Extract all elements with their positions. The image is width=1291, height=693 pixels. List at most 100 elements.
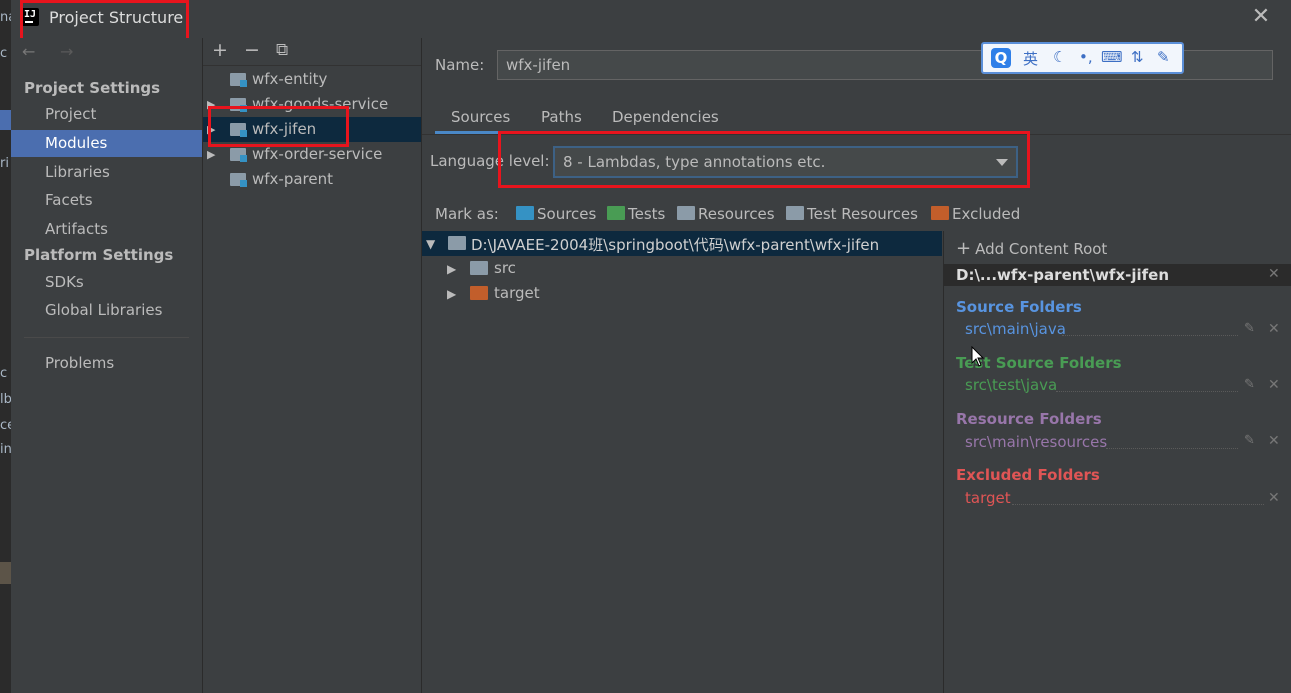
ime-language-toggle[interactable]: 英	[1023, 48, 1038, 69]
mark-excluded-button[interactable]: Excluded	[931, 205, 1020, 223]
remove-icon[interactable]: ✕	[1268, 490, 1280, 506]
name-label: Name:	[435, 56, 485, 74]
bg-selection	[0, 110, 11, 130]
mark-sources-label: Sources	[537, 205, 597, 223]
window-title: Project Structure	[49, 8, 184, 27]
dotted-leader	[1012, 503, 1264, 505]
expand-arrow-icon[interactable]: ▶	[207, 117, 215, 142]
bg-fragment: c	[0, 366, 8, 381]
module-row-wfx-jifen[interactable]: ▶ wfx-jifen	[203, 117, 421, 142]
sidebar-item-global-libraries[interactable]: Global Libraries	[11, 297, 202, 324]
remove-icon[interactable]: ✕	[1268, 433, 1280, 449]
sidebar-item-project[interactable]: Project	[11, 101, 202, 128]
sidebar-item-problems[interactable]: Problems	[11, 350, 202, 377]
mark-tests-button[interactable]: Tests	[607, 205, 665, 223]
expand-arrow-icon[interactable]: ▶	[207, 142, 215, 167]
project-settings-header: Project Settings	[24, 79, 161, 97]
sidebar-item-libraries[interactable]: Libraries	[11, 159, 202, 186]
forward-arrow-icon[interactable]: →	[60, 42, 73, 61]
sidebar-separator	[24, 337, 189, 338]
edit-icon[interactable]: ✎	[1244, 433, 1255, 448]
mark-test-resources-button[interactable]: Test Resources	[786, 205, 918, 223]
folder-icon	[470, 261, 488, 275]
copy-module-button[interactable]: ⧉	[276, 40, 288, 60]
platform-settings-header: Platform Settings	[24, 246, 174, 264]
test-resources-folder-icon	[786, 206, 804, 220]
remove-module-button[interactable]: −	[244, 39, 260, 61]
mouse-cursor-icon	[971, 346, 985, 367]
split-icon[interactable]: ⇅	[1131, 48, 1144, 66]
bg-highlight	[0, 562, 11, 584]
tab-sources[interactable]: Sources	[451, 108, 510, 126]
module-row-wfx-entity[interactable]: wfx-entity	[203, 67, 421, 92]
ime-toolbar[interactable]: Q 英 ☾ •, ⌨ ⇅ ✎	[981, 42, 1184, 74]
remove-icon[interactable]: ✕	[1268, 377, 1280, 393]
mark-resources-button[interactable]: Resources	[677, 205, 775, 223]
bg-fragment: c	[0, 46, 8, 61]
bg-fragment: ri	[0, 156, 9, 171]
sidebar-item-artifacts[interactable]: Artifacts	[11, 216, 202, 243]
resource-folder-path: src\main\resources	[965, 433, 1108, 451]
bg-fragment: lb	[0, 392, 11, 407]
bg-fragment: ce	[0, 418, 11, 433]
plus-icon: +	[956, 238, 972, 259]
bg-fragment: in	[0, 442, 11, 457]
moon-icon[interactable]: ☾	[1053, 48, 1066, 66]
folder-icon	[448, 236, 466, 250]
tree-item-target[interactable]: target	[494, 284, 540, 302]
tools-icon[interactable]: ✎	[1157, 48, 1170, 66]
excluded-folder-icon	[931, 206, 949, 220]
language-level-dropdown[interactable]: 8 - Lambdas, type annotations etc.	[553, 146, 1018, 178]
add-module-button[interactable]: +	[212, 39, 228, 61]
sidebar-item-facets[interactable]: Facets	[11, 187, 202, 214]
remove-root-icon[interactable]: ✕	[1268, 266, 1280, 282]
remove-icon[interactable]: ✕	[1268, 321, 1280, 337]
module-row-wfx-order-service[interactable]: ▶ wfx-order-service	[203, 142, 421, 167]
excluded-folder-icon	[470, 286, 488, 300]
excluded-folders-title: Excluded Folders	[956, 466, 1100, 484]
module-row-wfx-parent[interactable]: wfx-parent	[203, 167, 421, 192]
tab-paths[interactable]: Paths	[541, 108, 582, 126]
expand-arrow-icon[interactable]: ▶	[207, 92, 215, 117]
tab-bar-divider	[422, 134, 1291, 135]
intellij-app-icon: IJ	[21, 8, 39, 26]
mark-test-resources-label: Test Resources	[807, 205, 918, 223]
keyboard-icon[interactable]: ⌨	[1101, 48, 1123, 66]
punctuation-icon[interactable]: •,	[1079, 48, 1093, 66]
tab-dependencies[interactable]: Dependencies	[612, 108, 719, 126]
dotted-leader	[1062, 334, 1238, 336]
mark-as-label: Mark as:	[435, 205, 499, 223]
sidebar-item-modules[interactable]: Modules	[11, 130, 202, 157]
edit-icon[interactable]: ✎	[1244, 377, 1255, 392]
source-folder-path: src\main\java	[965, 320, 1066, 338]
back-arrow-icon[interactable]: ←	[22, 42, 35, 61]
expand-arrow-icon[interactable]: ▶	[447, 259, 456, 277]
mark-tests-label: Tests	[628, 205, 666, 223]
title-bar	[11, 0, 1291, 38]
background-ide-sliver: na c ri c lb ce in	[0, 0, 11, 693]
mark-excluded-label: Excluded	[952, 205, 1021, 223]
module-row-wfx-goods-service[interactable]: ▶ wfx-goods-service	[203, 92, 421, 117]
source-folders-title: Source Folders	[956, 298, 1082, 316]
mark-sources-button[interactable]: Sources	[516, 205, 596, 223]
module-label: wfx-jifen	[252, 120, 317, 138]
resources-folder-icon	[677, 206, 695, 220]
close-button[interactable]: ✕	[1250, 6, 1272, 28]
tree-root-label: D:\JAVAEE-2004班\springboot\代码\wfx-parent…	[471, 236, 880, 254]
chevron-down-icon	[996, 159, 1008, 166]
module-folder-icon	[230, 98, 247, 112]
sources-folder-icon	[516, 206, 534, 220]
module-folder-icon	[230, 148, 247, 162]
language-level-value: 8 - Lambdas, type annotations etc.	[563, 153, 826, 171]
module-folder-icon	[230, 73, 247, 87]
dotted-leader	[1106, 447, 1238, 449]
expand-arrow-icon[interactable]: ▶	[447, 284, 456, 302]
edit-icon[interactable]: ✎	[1244, 321, 1255, 336]
collapse-arrow-icon[interactable]: ▼	[426, 234, 435, 252]
resource-folders-title: Resource Folders	[956, 410, 1102, 428]
ime-logo-icon[interactable]: Q	[991, 48, 1011, 68]
tree-item-src[interactable]: src	[494, 259, 516, 277]
sidebar-item-sdks[interactable]: SDKs	[11, 269, 202, 296]
toolbar-separator	[203, 65, 421, 66]
add-content-root-button[interactable]: + Add Content Root	[956, 238, 1107, 259]
